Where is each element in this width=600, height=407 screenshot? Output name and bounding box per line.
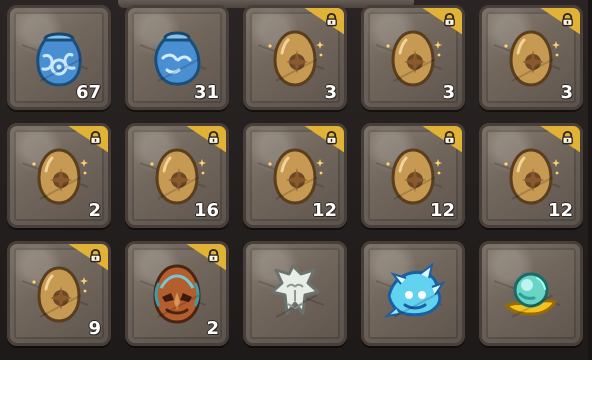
inventory-slot-1[interactable]: 67 (7, 5, 111, 110)
inventory-slot-13[interactable] (243, 241, 347, 346)
golden-egg-icon (268, 147, 324, 205)
golden-egg-icon (386, 147, 442, 205)
lock-icon (208, 130, 219, 145)
inventory-slot-12[interactable]: 2 (125, 241, 229, 346)
locked-badge (303, 8, 344, 35)
golden-egg-icon (32, 147, 88, 205)
item-count: 2 (88, 200, 101, 221)
golden-egg-icon (32, 265, 88, 323)
item-count: 2 (206, 318, 219, 339)
locked-badge (303, 126, 344, 153)
inventory-slot-11[interactable]: 9 (7, 241, 111, 346)
blue-jar-icon-side (154, 31, 201, 86)
inventory-grid: 67 31 3 3 3 2 16 12 12 12 9 2 (7, 5, 583, 346)
inventory-panel: 67 31 3 3 3 2 16 12 12 12 9 2 (0, 0, 592, 360)
item-count: 3 (442, 82, 455, 103)
item-count: 3 (324, 82, 337, 103)
lock-icon (326, 130, 337, 145)
inventory-slot-2[interactable]: 31 (125, 5, 229, 110)
locked-badge (185, 126, 226, 153)
locked-badge (539, 126, 580, 153)
item-count: 12 (311, 200, 337, 221)
locked-badge (421, 8, 462, 35)
lock-icon (444, 12, 455, 27)
inventory-slot-14[interactable] (361, 241, 465, 346)
item-count: 9 (88, 318, 101, 339)
inventory-slot-10[interactable]: 12 (479, 123, 583, 228)
ice-dragon-icon (383, 262, 446, 318)
inventory-slot-8[interactable]: 12 (243, 123, 347, 228)
item-count: 31 (193, 82, 219, 103)
item-count: 3 (560, 82, 573, 103)
golden-egg-icon (150, 147, 206, 205)
item-count: 12 (429, 200, 455, 221)
inventory-slot-15[interactable] (479, 241, 583, 346)
golden-egg-icon (504, 147, 560, 205)
white-spirit-icon (270, 264, 320, 314)
inventory-slot-7[interactable]: 16 (125, 123, 229, 228)
lock-icon (562, 12, 573, 27)
golden-egg-icon (268, 29, 324, 87)
golden-egg-icon (504, 29, 560, 87)
inventory-slot-3[interactable]: 3 (243, 5, 347, 110)
locked-badge (421, 126, 462, 153)
inventory-slot-6[interactable]: 2 (7, 123, 111, 228)
inventory-slot-5[interactable]: 3 (479, 5, 583, 110)
blue-jar-icon-front (36, 32, 82, 87)
lock-icon (208, 248, 219, 263)
locked-badge (67, 244, 108, 271)
game-screen: 67 31 3 3 3 2 16 12 12 12 9 2 (0, 0, 600, 407)
locked-badge (539, 8, 580, 35)
inventory-slot-4[interactable]: 3 (361, 5, 465, 110)
golden-egg-icon (386, 29, 442, 87)
lock-icon (562, 130, 573, 145)
locked-badge (185, 244, 226, 271)
lock-icon (326, 12, 337, 27)
lock-icon (90, 248, 101, 263)
locked-badge (67, 126, 108, 153)
tribal-mask-egg-icon (153, 263, 201, 324)
inventory-slot-9[interactable]: 12 (361, 123, 465, 228)
item-count: 67 (75, 82, 101, 103)
crystal-orb-icon (504, 272, 558, 316)
lock-icon (90, 130, 101, 145)
item-count: 12 (547, 200, 573, 221)
item-count: 16 (193, 200, 219, 221)
lock-icon (444, 130, 455, 145)
